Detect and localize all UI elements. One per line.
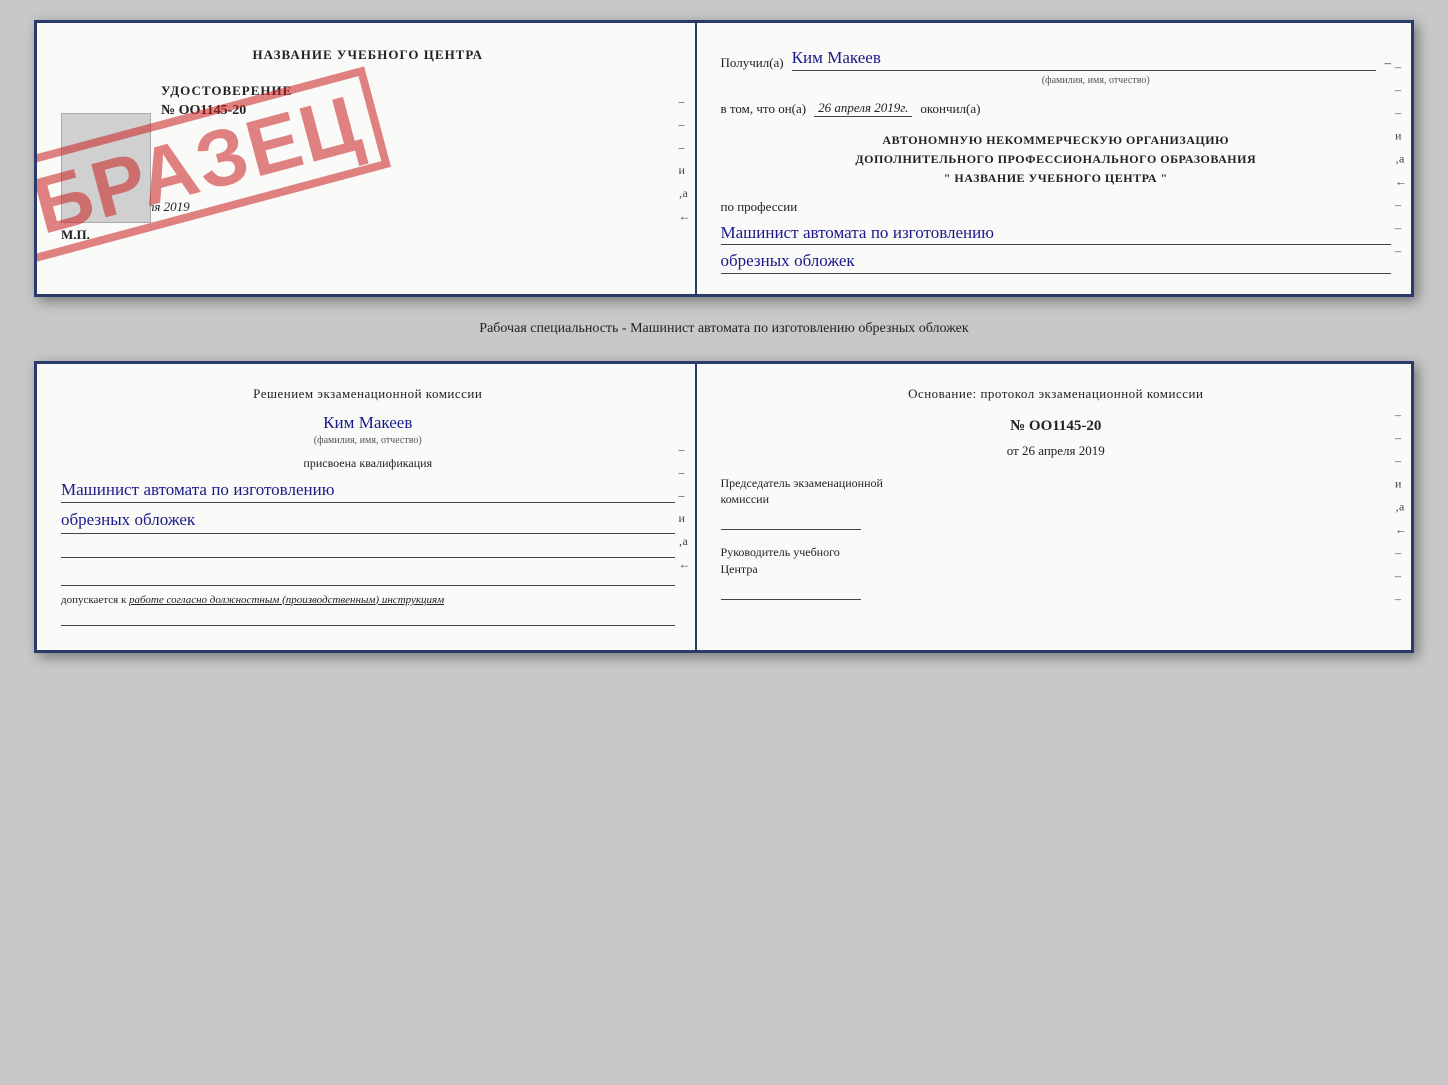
- blank-line-1: [61, 538, 675, 558]
- top-left-title: НАЗВАНИЕ УЧЕБНОГО ЦЕНТРА: [61, 47, 675, 63]
- edge-marks: – – – и ‚а ←: [679, 94, 695, 224]
- vtom-label: в том, что он(а): [721, 101, 807, 117]
- prisvоena-label: присвоена квалификация: [61, 456, 675, 471]
- director-block: Руководитель учебного Центра: [721, 544, 1391, 600]
- protocol-number: № OO1145-20: [721, 418, 1391, 435]
- edge-mark-5: ‚а: [679, 186, 691, 201]
- vtom-date: 26 апреля 2019г.: [814, 100, 912, 117]
- org-line1: АВТОНОМНУЮ НЕКОММЕРЧЕСКУЮ ОРГАНИЗАЦИЮ: [721, 131, 1391, 150]
- right-edge-marks-top: – – – и ‚а ← – – –: [1395, 59, 1411, 258]
- middle-description: Рабочая специальность - Машинист автомат…: [479, 313, 968, 345]
- bottom-document-pair: Решением экзаменационной комиссии Ким Ма…: [34, 361, 1414, 653]
- commission-header: Решением экзаменационной комиссии: [61, 384, 675, 404]
- edge-mark-1: –: [679, 94, 691, 109]
- recipient-label: Получил(а): [721, 55, 784, 71]
- top-document-pair: НАЗВАНИЕ УЧЕБНОГО ЦЕНТРА ОБРАЗЕЦ УДОСТОВ…: [34, 20, 1414, 297]
- photo-placeholder: [61, 113, 151, 223]
- edge-mark-4: и: [679, 163, 691, 178]
- vtom-line: в том, что он(а) 26 апреля 2019г. окончи…: [721, 100, 1391, 117]
- qualification-value1: Машинист автомата по изготовлению: [61, 477, 675, 504]
- qualification-value2: обрезных обложек: [61, 507, 675, 534]
- edge-mark-2: –: [679, 117, 691, 132]
- cert-number: № OO1145-20: [161, 103, 675, 119]
- director-sig-line: [721, 582, 861, 600]
- director-label: Руководитель учебного Центра: [721, 544, 1391, 578]
- vydano-line: Выдано 26 апреля 2019: [61, 199, 675, 215]
- protocol-date-value: 26 апреля 2019: [1022, 443, 1105, 458]
- commission-fio-hint: (фамилия, имя, отчество): [61, 435, 675, 446]
- edge-mark-6: ←: [679, 209, 691, 224]
- org-line3: " НАЗВАНИЕ УЧЕБНОГО ЦЕНТРА ": [721, 169, 1391, 188]
- udostoverenie-block: УДОСТОВЕРЕНИЕ № OO1145-20: [161, 83, 675, 119]
- org-block: АВТОНОМНУЮ НЕКОММЕРЧЕСКУЮ ОРГАНИЗАЦИЮ ДО…: [721, 131, 1391, 189]
- recipient-line: Получил(а) Ким Макеев –: [721, 47, 1391, 71]
- protocol-date-prefix: от: [1007, 443, 1019, 458]
- bottom-right-page: Основание: протокол экзаменационной коми…: [697, 364, 1411, 650]
- bottom-right-edge-marks: – – – и ‚а ← – – –: [1395, 407, 1411, 606]
- blank-line-3: [61, 606, 675, 626]
- bottom-left-edge-marks: – – – и ‚а ←: [679, 442, 695, 572]
- protocol-date: от 26 апреля 2019: [721, 443, 1391, 459]
- vtom-finished: окончил(а): [920, 101, 980, 117]
- recipient-dash: –: [1384, 55, 1391, 71]
- mp-label: М.П.: [61, 227, 675, 243]
- profession-value2: обрезных обложек: [721, 249, 1391, 274]
- fio-hint-top: (фамилия, имя, отчество): [801, 75, 1391, 86]
- osnov-header: Основание: протокол экзаменационной коми…: [721, 384, 1391, 404]
- udostoverenie-label: УДОСТОВЕРЕНИЕ: [161, 83, 675, 99]
- dopuskaetsya-value: работе согласно должностным (производств…: [129, 594, 444, 606]
- commission-name: Ким Макеев: [61, 412, 675, 433]
- chairman-block: Председатель экзаменационной комиссии: [721, 475, 1391, 531]
- chairman-sig-line: [721, 512, 861, 530]
- chairman-label: Председатель экзаменационной комиссии: [721, 475, 1391, 509]
- dopuskaetsya-label: допускается к: [61, 594, 126, 606]
- profession-value1: Машинист автомата по изготовлению: [721, 221, 1391, 246]
- dopuskaetsya-block: допускается к работе согласно должностны…: [61, 594, 675, 606]
- top-left-page: НАЗВАНИЕ УЧЕБНОГО ЦЕНТРА ОБРАЗЕЦ УДОСТОВ…: [37, 23, 697, 294]
- recipient-name: Ким Макеев: [792, 47, 1377, 71]
- profession-label: по профессии: [721, 199, 1391, 215]
- blank-line-2: [61, 566, 675, 586]
- edge-mark-3: –: [679, 140, 691, 155]
- top-right-page: Получил(а) Ким Макеев – (фамилия, имя, о…: [697, 23, 1411, 294]
- bottom-left-page: Решением экзаменационной комиссии Ким Ма…: [37, 364, 697, 650]
- org-line2: ДОПОЛНИТЕЛЬНОГО ПРОФЕССИОНАЛЬНОГО ОБРАЗО…: [721, 150, 1391, 169]
